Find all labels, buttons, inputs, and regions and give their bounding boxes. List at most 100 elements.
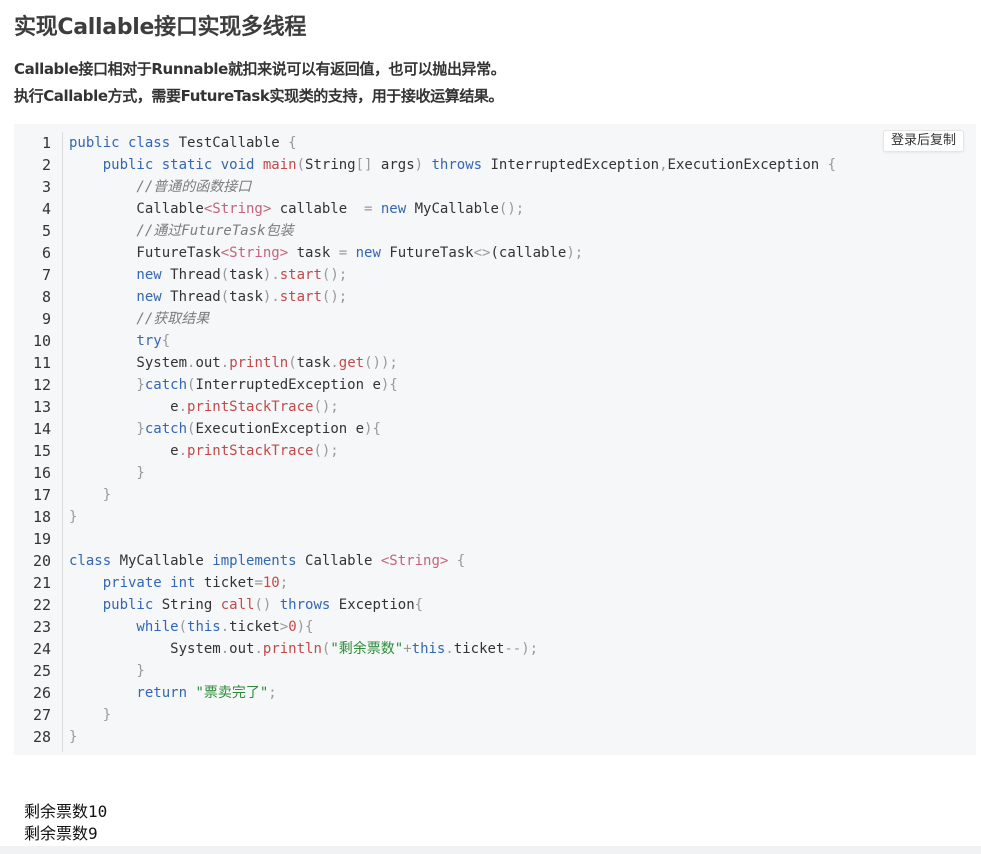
- line-number: 11: [32, 354, 51, 372]
- code-line: //普通的函数接口: [69, 176, 836, 198]
- code-token: call: [220, 597, 255, 613]
- code-token: ): [414, 157, 432, 173]
- code-token: .: [445, 641, 454, 657]
- code-token: Callable: [305, 553, 381, 569]
- code-line: public static void main(String[] args) t…: [69, 154, 836, 176]
- code-line: private int ticket=10;: [69, 572, 836, 594]
- code-line: System.out.println(task.get());: [69, 352, 836, 374]
- code-token: ){: [380, 377, 398, 393]
- code-token: ){: [364, 421, 381, 437]
- code-token: }: [69, 377, 145, 393]
- line-number: 5: [41, 222, 51, 240]
- code-line: e.printStackTrace();: [69, 440, 836, 462]
- code-token: (: [178, 619, 188, 635]
- code-token: }: [69, 707, 112, 723]
- code-token: FutureTask: [389, 245, 474, 261]
- code-token: MyCallable: [119, 553, 213, 569]
- code-line: }catch(ExecutionException e){: [69, 418, 836, 440]
- code-token: "票卖完了": [195, 685, 269, 701]
- code-token: ){: [296, 619, 314, 635]
- code-token: }: [69, 487, 112, 503]
- line-number: 6: [41, 244, 51, 262]
- code-token: callable: [271, 201, 365, 217]
- code-token: main: [262, 157, 297, 173]
- code-token: =: [254, 575, 263, 591]
- code-token: out: [195, 355, 221, 371]
- code-token: ExecutionException: [667, 157, 828, 173]
- code-token: Thread: [170, 267, 221, 283]
- line-number: 21: [32, 574, 51, 592]
- code-content: public class TestCallable { public stati…: [69, 132, 836, 748]
- code-token: ,: [659, 157, 668, 173]
- code-token: {: [414, 597, 424, 613]
- code-token: try: [69, 333, 162, 349]
- line-number: 27: [32, 706, 51, 724]
- code-token: task: [288, 245, 339, 261]
- line-number: 10: [32, 332, 51, 350]
- code-token: InterruptedException e: [195, 377, 381, 393]
- line-number: 14: [32, 420, 51, 438]
- code-line: Callable<String> callable = new MyCallab…: [69, 198, 836, 220]
- line-number: 4: [41, 200, 51, 218]
- code-token: ();: [321, 289, 348, 305]
- code-token: e: [69, 399, 179, 415]
- code-token: }: [69, 465, 145, 481]
- code-line: new Thread(task).start();: [69, 264, 836, 286]
- code-token: String: [161, 597, 221, 613]
- code-token: (): [254, 597, 280, 613]
- code-token: }: [69, 663, 145, 679]
- code-token: return: [69, 685, 196, 701]
- code-line: new Thread(task).start();: [69, 286, 836, 308]
- code-token: .: [178, 399, 188, 415]
- copy-code-button[interactable]: 登录后复制: [882, 130, 964, 152]
- code-token: .: [254, 641, 263, 657]
- line-number: 3: [41, 178, 51, 196]
- code-token: start: [279, 289, 322, 305]
- code-token: []: [355, 157, 381, 173]
- code-token: args: [380, 157, 415, 173]
- code-line: }: [69, 660, 836, 682]
- code-token: new: [69, 289, 171, 305]
- line-number: 17: [32, 486, 51, 504]
- line-number: 9: [41, 310, 51, 328]
- line-number: 19: [32, 530, 51, 548]
- code-token: .: [330, 355, 339, 371]
- code-token: task: [296, 355, 331, 371]
- code-token: ();: [321, 267, 348, 283]
- description-line-2: 执行Callable方式，需要FutureTask实现类的支持，用于接收运算结果…: [14, 87, 504, 105]
- code-token: this: [411, 641, 446, 657]
- code-token: new: [355, 245, 390, 261]
- code-token: ();: [313, 443, 339, 459]
- code-line: //获取结果: [69, 308, 836, 330]
- code-token: get: [338, 355, 365, 371]
- line-number: 12: [32, 376, 51, 394]
- code-token: ;: [268, 685, 277, 701]
- code-token: new: [380, 201, 415, 217]
- code-token: //普通的函数接口: [69, 179, 252, 195]
- code-token: throws: [431, 157, 491, 173]
- code-token: >: [279, 619, 289, 635]
- code-token: .: [220, 641, 230, 657]
- code-token: (: [288, 355, 297, 371]
- code-block: 登录后复制 1 2 3 4 5 6 7 8 9 10 11 12 13 14 15 16 17 18 19 20 21 2…: [14, 124, 976, 755]
- code-token: =: [338, 245, 356, 261]
- code-token: <>: [473, 245, 491, 261]
- line-number: 8: [41, 288, 51, 306]
- code-token: <String>: [203, 201, 272, 217]
- code-line: public String call() throws Exception{: [69, 594, 836, 616]
- code-token: Callable: [69, 201, 204, 217]
- code-token: }: [69, 729, 78, 745]
- code-token: ticket: [229, 619, 280, 635]
- line-number-gutter: 1 2 3 4 5 6 7 8 9 10 11 12 13 14 15 16 17 18 19 20 21 22 23 24 2…: [14, 132, 63, 752]
- code-line: }: [69, 726, 836, 748]
- code-token: 0: [288, 619, 297, 635]
- code-line: e.printStackTrace();: [69, 396, 836, 418]
- line-number: 20: [32, 552, 51, 570]
- code-token: implements: [212, 553, 306, 569]
- code-line: class MyCallable implements Callable <St…: [69, 550, 836, 572]
- code-token: ExecutionException e: [195, 421, 365, 437]
- code-token: String: [305, 157, 356, 173]
- code-line: }: [69, 462, 836, 484]
- code-token: catch: [144, 421, 188, 437]
